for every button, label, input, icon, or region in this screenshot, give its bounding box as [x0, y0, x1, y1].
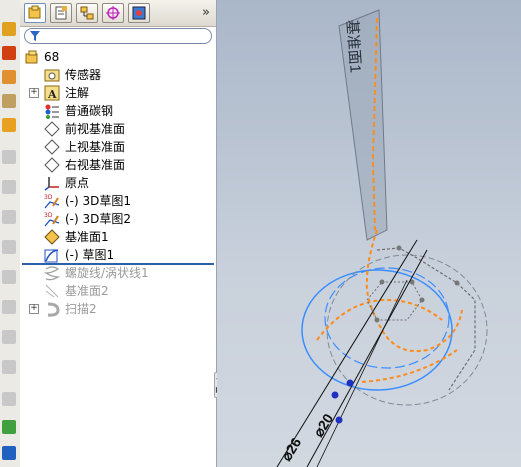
tree-item-label: 原点 [65, 176, 90, 190]
expand-panel-button[interactable]: » [198, 5, 214, 21]
tree-item-right-plane[interactable]: 右视基准面 [20, 156, 216, 174]
svg-text:3D: 3D [44, 212, 53, 219]
configuration-icon [80, 6, 94, 20]
plane-icon [44, 121, 60, 137]
tree-item-sweep-2[interactable]: + 扫描2 [20, 300, 216, 318]
tree-item-3d-sketch-1[interactable]: 3D (-) 3D草图1 [20, 192, 216, 210]
tree-item-label: (-) 3D草图1 [65, 194, 132, 208]
reference-tool-icon[interactable] [2, 446, 16, 460]
tree-item-label: 上视基准面 [65, 140, 126, 154]
sketch-profile-bottom [361, 349, 458, 383]
property-icon [55, 6, 67, 20]
tree-item-label: 螺旋线/涡状线1 [65, 266, 149, 280]
tree-item-top-plane[interactable]: 上视基准面 [20, 138, 216, 156]
tree-item-sensors[interactable]: 传感器 [20, 66, 216, 84]
tab-configuration-manager[interactable] [76, 3, 98, 23]
filter-icon [30, 31, 40, 41]
pattern-tool-icon[interactable] [2, 330, 16, 344]
rib-tool-icon[interactable] [2, 210, 16, 224]
expand-toggle[interactable]: + [29, 88, 39, 98]
tree-item-label: 基准面1 [65, 230, 109, 244]
tree-item-label: 扫描2 [65, 302, 97, 316]
extrude-tool-icon[interactable] [2, 70, 16, 84]
tree-root[interactable]: 68 [20, 48, 216, 66]
tab-dimxpert[interactable] [102, 3, 124, 23]
tree-item-plane-1[interactable]: 基准面1 [20, 228, 216, 246]
helix-icon [44, 266, 60, 281]
chamfer-tool-icon[interactable] [2, 180, 16, 194]
sensor-icon [44, 69, 60, 82]
mirror-tool-icon[interactable] [2, 300, 16, 314]
part-icon [25, 50, 38, 64]
tree-item-label: 传感器 [65, 68, 102, 82]
tree-item-label: (-) 草图1 [65, 247, 115, 263]
model-view: 基准面1 ⌀26 ⌀20 [276, 9, 488, 467]
revolve-tool-icon[interactable] [2, 94, 16, 108]
sweep-tool-icon[interactable] [2, 118, 16, 132]
expand-toggle[interactable]: + [29, 304, 39, 314]
tree-item-3d-sketch-2[interactable]: 3D (-) 3D草图2 [20, 210, 216, 228]
tree-item-sketch-1[interactable]: (-) 草图1 [20, 246, 216, 264]
filter-input[interactable] [24, 28, 212, 44]
tree-item-front-plane[interactable]: 前视基准面 [20, 120, 216, 138]
sketch-point [379, 279, 385, 285]
crosshair-icon [106, 6, 120, 20]
feature-tree-icon [28, 5, 41, 19]
wrap-tool-icon[interactable] [2, 360, 16, 374]
tree-item-label: 注解 [65, 86, 90, 100]
dimension-handle[interactable] [346, 379, 354, 387]
tree-root-label: 68 [44, 50, 60, 64]
sketch-3d-icon: 3D [44, 194, 60, 209]
plane-yellow-icon [44, 229, 60, 245]
tree-item-plane-2[interactable]: 基准面2 [20, 282, 216, 300]
sweep-icon [47, 302, 60, 317]
tab-property-manager[interactable] [50, 3, 72, 23]
tab-display-manager[interactable] [128, 3, 150, 23]
fillet-tool-icon[interactable] [2, 150, 16, 164]
tree-item-annotations[interactable]: + A 注解 [20, 84, 216, 102]
tab-feature-manager[interactable] [24, 3, 46, 23]
draft-tool-icon[interactable] [2, 270, 16, 284]
curves-tool-icon[interactable] [2, 420, 16, 434]
tree-item-material[interactable]: 普通碳钢 [20, 102, 216, 120]
tree-item-label: 前视基准面 [65, 122, 126, 136]
material-icon [45, 104, 59, 119]
svg-text:3D: 3D [44, 194, 53, 201]
tree-item-label: 基准面2 [65, 284, 109, 298]
command-manager-strip [0, 0, 21, 467]
tree-item-label: 右视基准面 [65, 158, 126, 172]
sketch-point [419, 297, 425, 303]
sketch-point [396, 245, 402, 251]
panel-tabbar: » [20, 0, 216, 27]
helix-circle-outer [301, 269, 453, 391]
plane-icon [44, 157, 60, 173]
sketch-point [454, 280, 460, 286]
dome-tool-icon[interactable] [2, 392, 16, 406]
sketch-tool-icon[interactable] [2, 46, 16, 60]
annotation-icon: A [44, 85, 60, 101]
sketch-3d-icon: 3D [44, 212, 60, 227]
plane-icon [44, 139, 60, 155]
graphics-viewport[interactable]: 基准面1 ⌀26 ⌀20 [217, 0, 521, 467]
dimension-handle[interactable] [335, 416, 343, 424]
tree-item-origin[interactable]: 原点 [20, 174, 216, 192]
svg-text:A: A [47, 88, 57, 101]
tree-item-helix[interactable]: 螺旋线/涡状线1 [20, 264, 216, 282]
shell-tool-icon[interactable] [2, 240, 16, 254]
feature-manager-panel: » 68 传感器 + A 注解 普通碳钢 前视基准面 上视基准面 右视基准面 原… [20, 0, 217, 467]
helix-circle-inner [324, 267, 450, 369]
sketch-icon [44, 249, 59, 263]
display-icon [132, 6, 146, 20]
tree-item-label: (-) 3D草图2 [65, 212, 132, 226]
sketch-point [374, 317, 380, 323]
feature-tool-icon[interactable] [2, 22, 16, 36]
tree-item-label: 普通碳钢 [65, 104, 114, 118]
dimension-handle[interactable] [331, 391, 339, 399]
plane-icon [45, 284, 59, 298]
origin-icon [44, 177, 59, 191]
